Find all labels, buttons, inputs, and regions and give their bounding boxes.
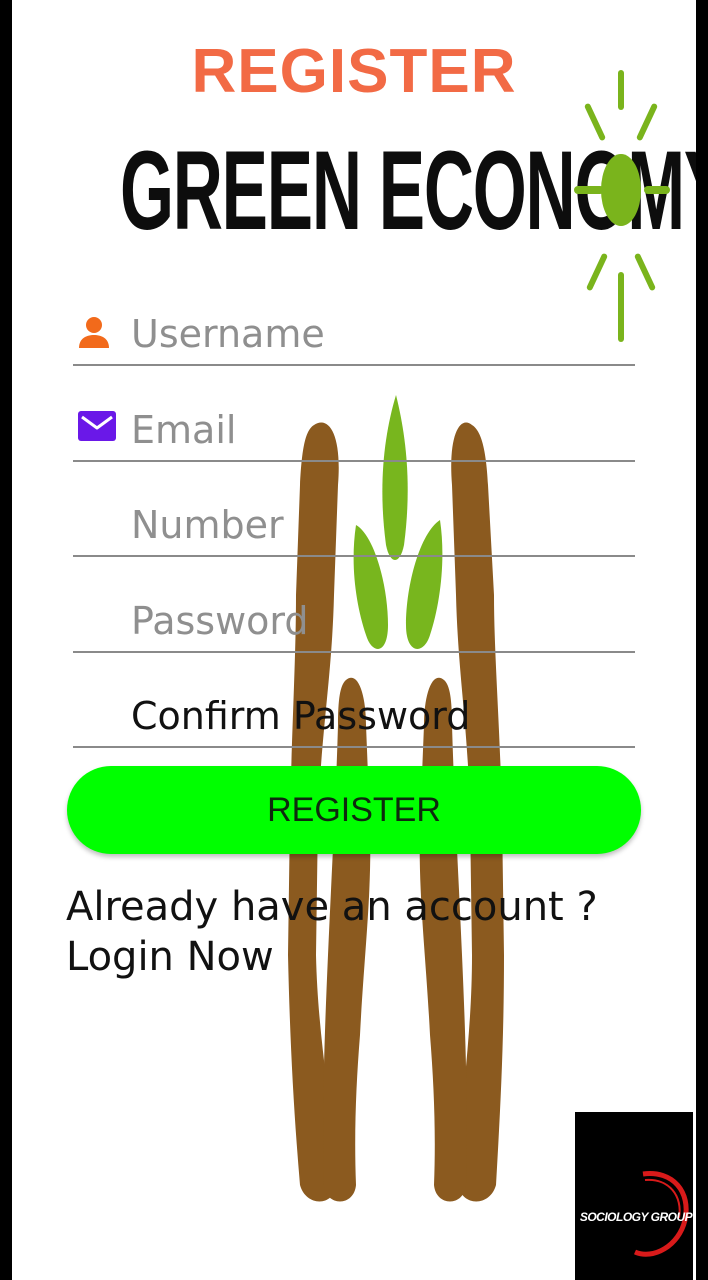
register-screen: REGISTER GREEN ECONOMY Username Email Nu… [12,0,696,1280]
password-field[interactable]: Password [73,581,635,653]
logo-ring-icon [633,1171,689,1257]
email-field[interactable]: Email [73,390,635,462]
number-field[interactable]: Number [73,485,635,557]
register-button-label: REGISTER [267,790,441,829]
confirm-password-placeholder: Confirm Password [131,694,471,738]
person-icon [79,317,109,348]
email-placeholder: Email [131,408,237,452]
login-now-link[interactable]: Login Now [66,932,274,982]
already-account-text: Already have an account ? [66,884,598,930]
password-placeholder: Password [131,599,309,643]
username-placeholder: Username [131,312,325,356]
confirm-password-field[interactable]: Confirm Password [73,676,635,748]
register-button[interactable]: REGISTER [67,766,641,854]
mail-icon [78,411,116,441]
logo-text: SOCIOLOGY GROUP [579,1210,693,1224]
number-placeholder: Number [131,503,284,547]
sociology-group-logo: SOCIOLOGY GROUP [575,1112,693,1280]
username-field[interactable]: Username [73,294,635,366]
